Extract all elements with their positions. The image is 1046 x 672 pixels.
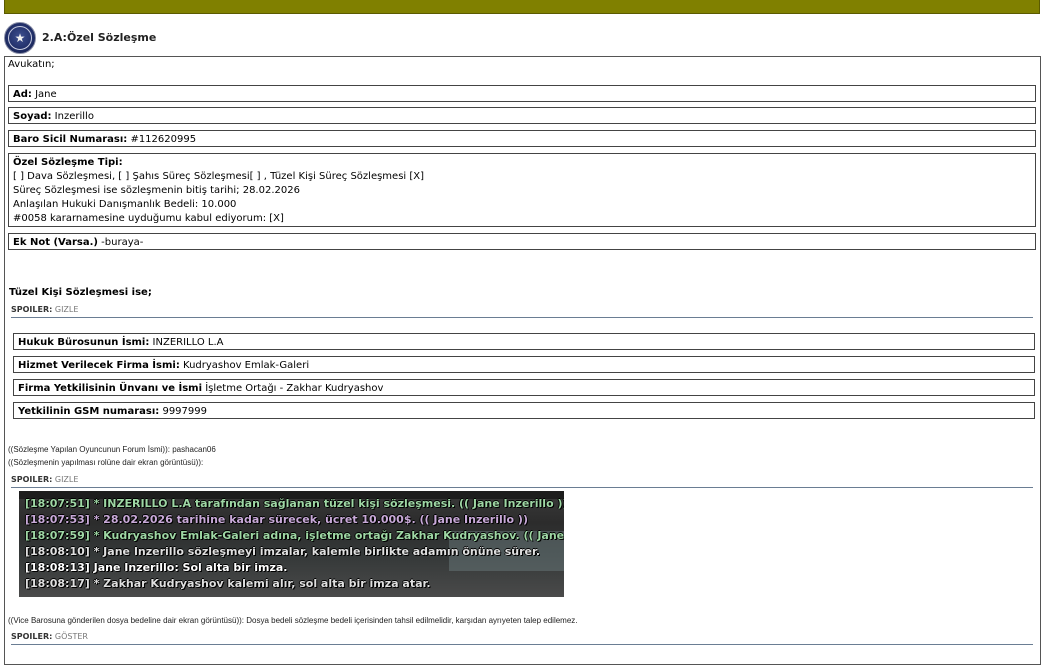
corporate-heading: Tüzel Kişi Sözleşmesi ise;	[9, 287, 152, 298]
post-body: Avukatın; Ad: Jane Soyad: Inzerillo Baro…	[4, 56, 1041, 665]
chat-line: [18:08:17] * Zakhar Kudryashov kalemi al…	[25, 577, 431, 590]
screenshot-caption: ((Sözleşmenin yapılması rolüne dair ekra…	[8, 458, 204, 467]
contract-type-box: Özel Sözleşme Tipi: [ ] Dava Sözleşmesi,…	[8, 153, 1036, 227]
spoiler-toggle-2[interactable]: SPOILER: GIZLE	[11, 475, 1033, 488]
field-company-officer: Firma Yetkilisinin Ünvanı ve İsmi İşletm…	[13, 379, 1035, 396]
roleplay-screenshot: [18:07:51] * INZERILLO L.A tarafından sa…	[19, 491, 564, 597]
spoiler-hide-link[interactable]: GIZLE	[55, 475, 79, 484]
intro-text: Avukatın;	[8, 59, 55, 70]
post-header: ★ 2.A:Özel Sözleşme	[4, 20, 1040, 54]
chat-line: [18:08:13] Jane Inzerillo: Sol alta bir …	[25, 561, 288, 574]
post-title: 2.A:Özel Sözleşme	[42, 31, 157, 44]
chat-line: [18:07:51] * INZERILLO L.A tarafından sa…	[25, 497, 564, 510]
seal-logo-icon: ★	[4, 22, 36, 54]
field-client-company: Hizmet Verilecek Firma İsmi: Kudryashov …	[13, 356, 1035, 373]
spoiler-toggle-3[interactable]: SPOILER: GÖSTER	[11, 632, 1033, 645]
contract-type-line: [ ] Dava Sözleşmesi, [ ] Şahıs Süreç Söz…	[13, 171, 425, 182]
spoiler-hide-link[interactable]: GIZLE	[55, 305, 79, 314]
decree-accept-line: #0058 kararnamesine uyduğumu kabul ediyo…	[13, 213, 284, 224]
spoiler-toggle-1[interactable]: SPOILER: GIZLE	[11, 305, 1033, 318]
chat-line: [18:07:53] * 28.02.2026 tarihine kadar s…	[25, 513, 528, 526]
field-bar-number: Baro Sicil Numarası: #112620995	[8, 130, 1036, 147]
top-bar	[4, 0, 1040, 14]
chat-line: [18:07:59] * Kudryashov Emlak-Galeri adı…	[25, 529, 564, 542]
spoiler-show-link[interactable]: GÖSTER	[55, 632, 88, 641]
field-law-firm-name: Hukuk Bürosunun İsmi: INZERILLO L.A	[13, 333, 1035, 350]
field-first-name: Ad: Jane	[8, 85, 1036, 102]
chat-line: [18:08:10] * Jane Inzerillo sözleşmeyi i…	[25, 545, 540, 558]
contract-end-date-line: Süreç Sözleşmesi ise sözleşmenin bitiş t…	[13, 185, 300, 196]
forum-name-line: ((Sözleşme Yapılan Oyuncunun Forum İsmi)…	[8, 445, 216, 454]
field-last-name: Soyad: Inzerillo	[8, 107, 1036, 124]
contract-fee-line: Anlaşılan Hukuki Danışmanlık Bedeli: 10.…	[13, 199, 237, 210]
field-officer-phone: Yetkilinin GSM numarası: 9997999	[13, 402, 1035, 419]
fee-line: ((Vice Barosuna gönderilen dosya bedelin…	[8, 616, 578, 625]
extra-note-box: Ek Not (Varsa.) -buraya-	[8, 233, 1036, 250]
